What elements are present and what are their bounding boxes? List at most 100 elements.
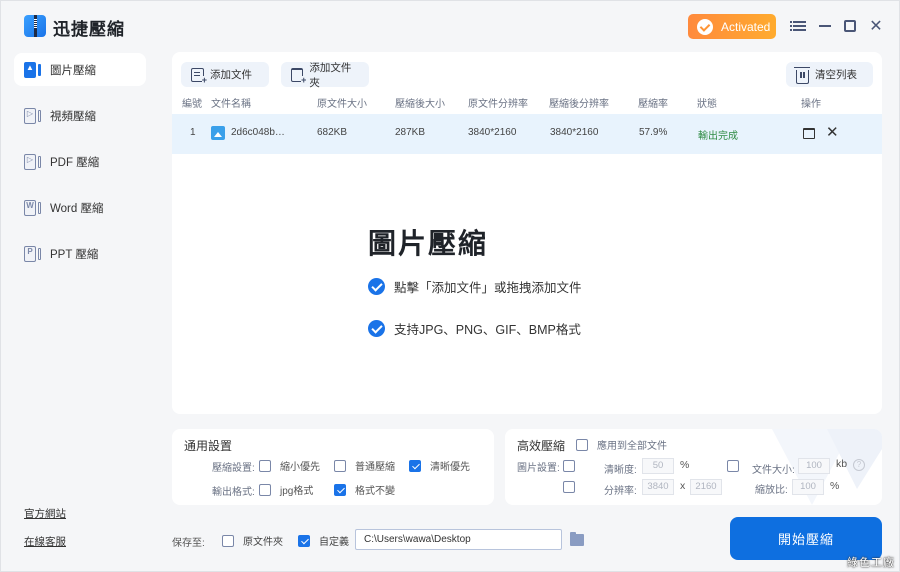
- table-row[interactable]: 1 2d6c048b… 682KB 287KB 3840*2160 3840*2…: [172, 114, 882, 154]
- checkbox[interactable]: [259, 459, 271, 472]
- output-format-label: 輸出格式:: [212, 487, 255, 498]
- row-status: 輸出完成: [698, 131, 738, 142]
- option-label: 應用到全部文件: [597, 441, 667, 452]
- image-file-icon: [211, 126, 225, 140]
- check-circle-icon: [368, 320, 385, 337]
- filesize-unit: kb: [836, 458, 848, 470]
- sidebar-item-pdf[interactable]: ▷ PDF 壓縮: [14, 145, 146, 178]
- filesize-input[interactable]: 100: [798, 458, 830, 474]
- apply-all-option[interactable]: 應用到全部文件: [576, 437, 667, 452]
- option-label: 普通壓縮: [355, 462, 395, 473]
- trash-icon: [794, 66, 810, 84]
- efficient-compress-panel: 高效壓縮 應用到全部文件 圖片設置: 清晰度: 50 % 文件大小: 100 k…: [505, 429, 882, 505]
- general-settings-title: 通用設置: [184, 439, 233, 453]
- activated-label: Activated: [721, 19, 771, 34]
- filesize-label: 文件大小:: [752, 465, 795, 476]
- option-label: 原文件夾: [243, 537, 283, 548]
- row-index: 1: [190, 127, 196, 138]
- minimize-icon: [819, 25, 831, 27]
- scale-unit: %: [830, 480, 840, 492]
- hero-title: 圖片壓縮: [368, 228, 489, 259]
- app-window: 迅捷壓縮 Activated ✕ ▲ 圖片壓縮 ▷ 視頻壓縮 ▷ PDF 壓縮 …: [0, 0, 900, 572]
- sidebar-item-label: 視頻壓縮: [50, 110, 96, 123]
- row-orig-res: 3840*2160: [468, 127, 517, 138]
- resolution-label: 分辨率:: [604, 486, 637, 497]
- col-header-new-res: 壓縮後分辨率: [549, 99, 609, 110]
- checkbox-checked[interactable]: [298, 534, 310, 547]
- clarity-unit: %: [680, 459, 690, 471]
- row-file-name: 2d6c048b…: [231, 127, 285, 138]
- clarity-label: 清晰度:: [604, 465, 637, 476]
- checkbox[interactable]: [222, 534, 234, 547]
- scale-input[interactable]: 100: [792, 479, 824, 495]
- checkbox[interactable]: [259, 483, 271, 496]
- sidebar-item-video[interactable]: ▷ 視頻壓縮: [14, 99, 146, 132]
- check-circle-icon: [368, 278, 385, 295]
- sidebar-item-ppt[interactable]: P PPT 壓縮: [14, 237, 146, 270]
- filesize-checkbox[interactable]: [727, 460, 739, 472]
- checkbox-checked[interactable]: [409, 459, 421, 472]
- close-window-button[interactable]: ✕: [867, 17, 885, 35]
- sidebar-item-label: Word 壓縮: [50, 202, 104, 215]
- check-circle-icon: [697, 18, 713, 35]
- remove-row-icon[interactable]: ✕: [826, 123, 839, 141]
- clarity-input[interactable]: 50: [642, 458, 674, 474]
- maximize-button[interactable]: [841, 17, 859, 35]
- activated-badge[interactable]: Activated: [688, 14, 776, 39]
- option-normal[interactable]: 普通壓縮: [334, 458, 395, 473]
- resolution-width-input[interactable]: 3840: [642, 479, 674, 495]
- save-path-input[interactable]: [355, 529, 562, 550]
- browse-folder-icon[interactable]: [570, 532, 584, 546]
- save-original-folder-option[interactable]: 原文件夾: [222, 533, 283, 548]
- online-support-link[interactable]: 在線客服: [24, 534, 66, 549]
- row-new-res: 3840*2160: [550, 127, 599, 138]
- clarity-checkbox[interactable]: [563, 460, 575, 472]
- save-to-label: 保存至:: [172, 538, 205, 549]
- add-folder-button[interactable]: + 添加文件夾: [281, 61, 369, 89]
- sidebar-item-word[interactable]: W Word 壓縮: [14, 191, 146, 224]
- menu-button[interactable]: [790, 17, 808, 35]
- pdf-doc-icon: ▷: [24, 153, 42, 170]
- option-label: jpg格式: [280, 486, 314, 497]
- add-file-icon: +: [191, 67, 207, 85]
- ppt-doc-icon: P: [24, 245, 42, 262]
- sidebar-item-label: PPT 壓縮: [50, 248, 99, 261]
- hero-hint-2: 支持JPG、PNG、GIF、BMP格式: [368, 319, 581, 338]
- minimize-button[interactable]: [816, 17, 834, 35]
- official-website-link[interactable]: 官方網站: [24, 506, 66, 521]
- video-doc-icon: ▷: [24, 107, 42, 124]
- image-doc-icon: ▲: [24, 61, 42, 78]
- clear-list-button[interactable]: 清空列表: [786, 62, 873, 87]
- option-label: 縮小優先: [280, 462, 320, 473]
- add-folder-label: 添加文件夾: [309, 61, 352, 89]
- resolution-checkbox[interactable]: [563, 481, 575, 493]
- open-folder-icon[interactable]: [803, 128, 815, 139]
- hero-hint-text: 點擊「添加文件」或拖拽添加文件: [394, 281, 582, 295]
- word-doc-icon: W: [24, 199, 42, 216]
- resolution-height-input[interactable]: 2160: [690, 479, 722, 495]
- efficient-compress-title: 高效壓縮: [517, 439, 566, 453]
- col-header-orig-res: 原文件分辨率: [468, 99, 528, 110]
- option-keep-format[interactable]: 格式不變: [334, 482, 395, 497]
- sidebar-item-label: 圖片壓縮: [50, 64, 96, 77]
- row-new-size: 287KB: [395, 127, 426, 138]
- option-jpg[interactable]: jpg格式: [259, 482, 313, 497]
- clear-list-label: 清空列表: [815, 69, 857, 81]
- add-file-label: 添加文件: [210, 69, 252, 81]
- option-label: 自定義: [319, 537, 349, 548]
- save-custom-option[interactable]: 自定義: [298, 533, 349, 548]
- option-small-first[interactable]: 縮小優先: [259, 458, 320, 473]
- checkbox[interactable]: [576, 438, 588, 451]
- hero-hint-1: 點擊「添加文件」或拖拽添加文件: [368, 277, 582, 296]
- checkbox-checked[interactable]: [334, 483, 346, 496]
- image-setting-label: 圖片設置:: [517, 463, 560, 474]
- compress-setting-label: 壓縮設置:: [212, 463, 255, 474]
- help-icon[interactable]: ?: [853, 459, 865, 471]
- sidebar-item-image[interactable]: ▲ 圖片壓縮: [14, 53, 146, 86]
- row-orig-size: 682KB: [317, 127, 348, 138]
- checkbox[interactable]: [334, 459, 346, 472]
- add-file-button[interactable]: + 添加文件: [181, 62, 269, 87]
- col-header-actions: 操作: [801, 99, 821, 110]
- watermark-text: 綠色工廠: [847, 557, 895, 569]
- option-clarity-first[interactable]: 清晰優先: [409, 458, 470, 473]
